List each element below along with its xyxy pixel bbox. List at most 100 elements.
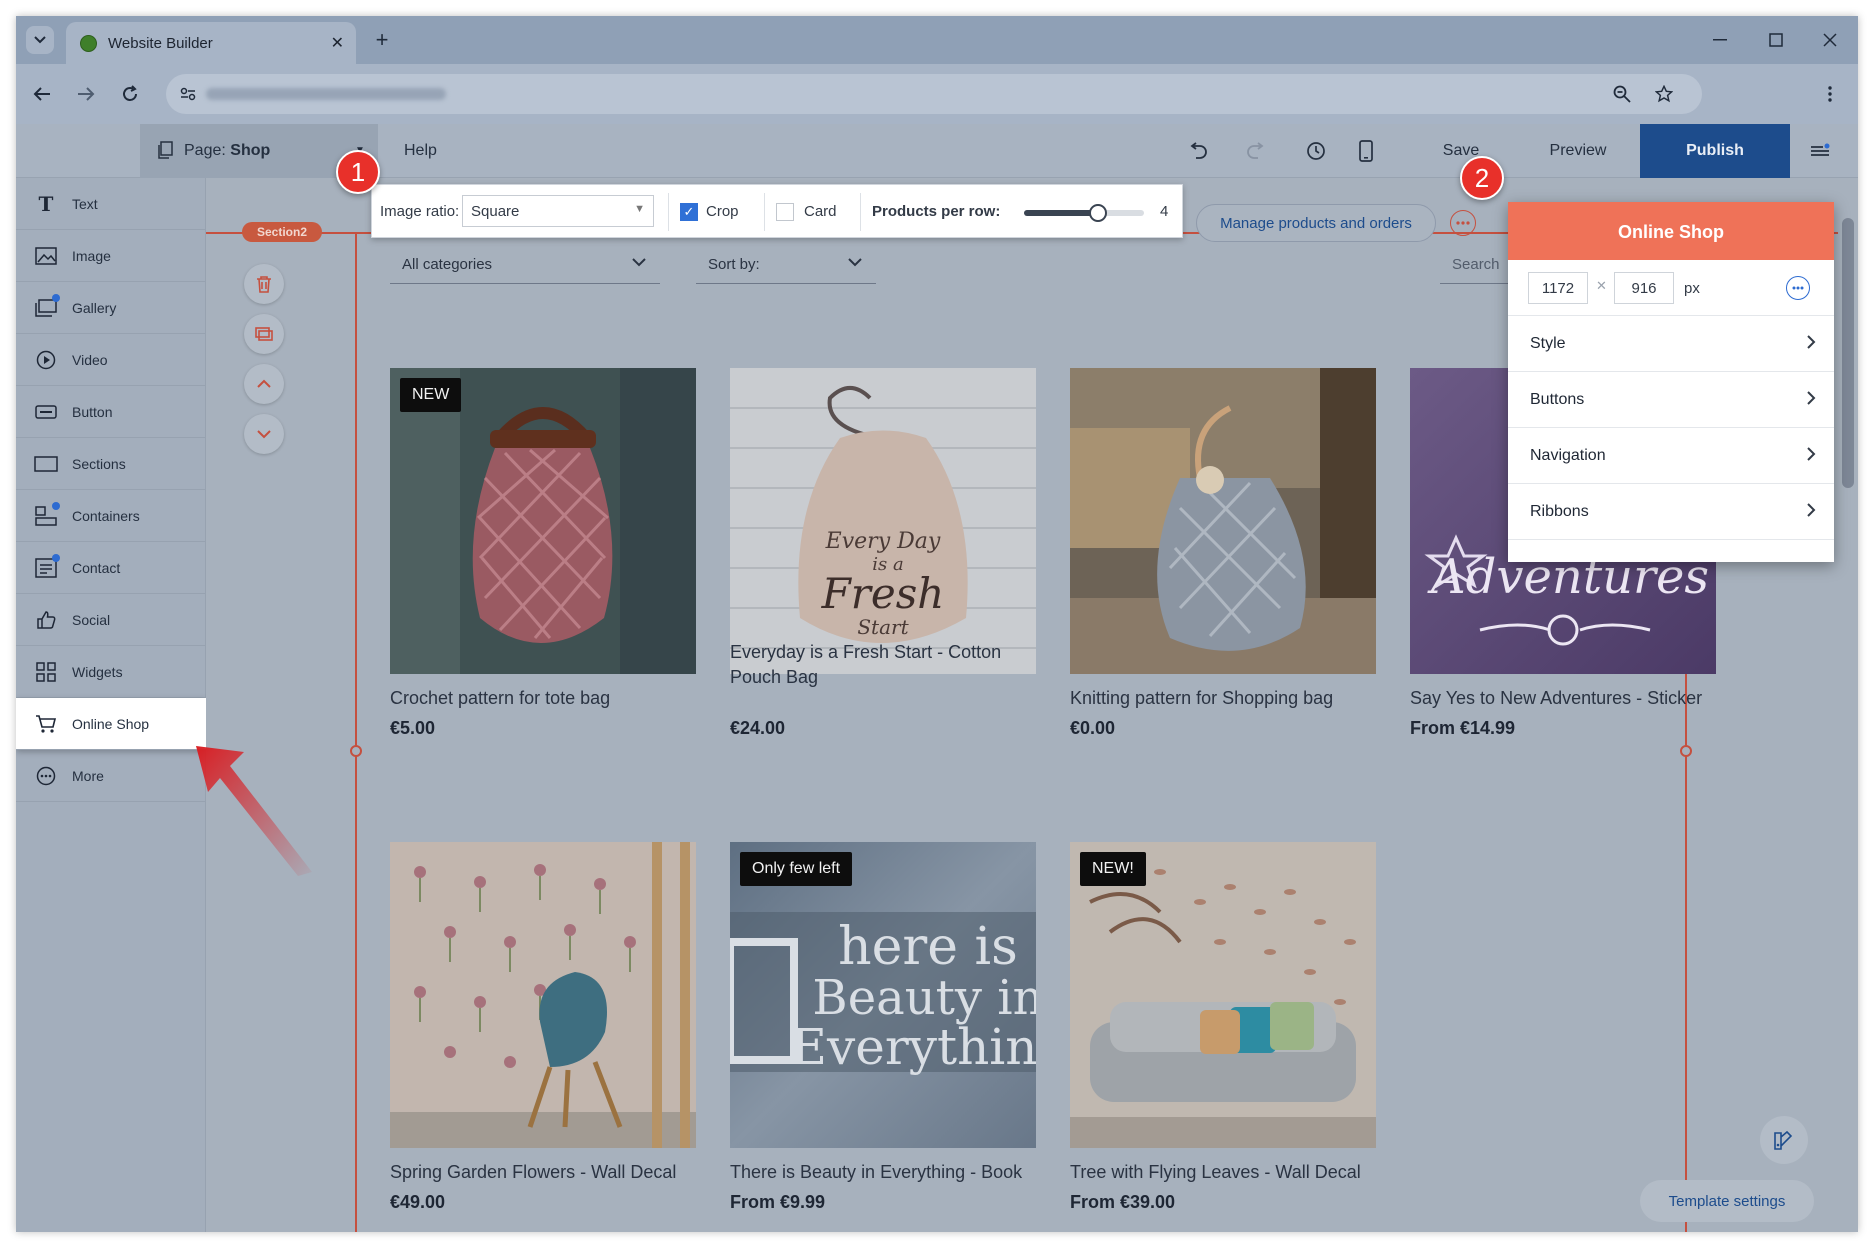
- product-image[interactable]: [1070, 368, 1376, 674]
- palette-icon: [1774, 1130, 1793, 1150]
- product-name[interactable]: There is Beauty in Everything - Book: [730, 1160, 1050, 1185]
- sort-filter[interactable]: Sort by:: [696, 242, 876, 284]
- sidebar-item-label: Social: [72, 612, 111, 628]
- sidebar-item-online-shop[interactable]: Online Shop: [16, 698, 206, 750]
- template-settings-button[interactable]: Template settings: [1640, 1180, 1814, 1222]
- sidebar-item-more[interactable]: More: [16, 750, 206, 802]
- product-image[interactable]: NEW!: [1070, 842, 1376, 1148]
- product-price: From €39.00: [1070, 1192, 1176, 1212]
- button-icon: [34, 401, 58, 423]
- tab-list-icon[interactable]: [26, 26, 54, 54]
- panel-row-ribbons[interactable]: Ribbons: [1508, 484, 1834, 540]
- thumbs-up-icon: [34, 609, 58, 631]
- sidebar-item-gallery[interactable]: Gallery: [16, 282, 206, 334]
- settings-panel-icon[interactable]: [1806, 137, 1834, 165]
- sidebar-item-button[interactable]: Button: [16, 386, 206, 438]
- new-feature-dot: [52, 554, 60, 562]
- history-icon[interactable]: [1302, 137, 1330, 165]
- tab-close-icon[interactable]: ✕: [331, 33, 344, 53]
- product-name[interactable]: Everyday is a Fresh Start - Cotton Pouch…: [730, 640, 1020, 690]
- divider: [668, 193, 669, 231]
- product-name[interactable]: Tree with Flying Leaves - Wall Decal: [1070, 1160, 1390, 1185]
- product-name[interactable]: Crochet pattern for tote bag: [390, 686, 710, 711]
- maximize-icon[interactable]: [1762, 26, 1790, 54]
- move-down-button[interactable]: [244, 414, 284, 454]
- image-ratio-select[interactable]: Square ▼: [462, 195, 654, 227]
- scrollbar-thumb[interactable]: [1842, 218, 1854, 488]
- crop-checkbox[interactable]: ✓: [680, 203, 698, 221]
- times-icon: ✕: [1596, 278, 1607, 293]
- trash-icon: [257, 276, 271, 293]
- undo-icon[interactable]: [1184, 137, 1212, 165]
- image-icon: [34, 245, 58, 267]
- height-input[interactable]: 916: [1614, 272, 1674, 304]
- sidebar-item-video[interactable]: Video: [16, 334, 206, 386]
- browser-menu-icon[interactable]: [1816, 80, 1844, 108]
- mobile-view-icon[interactable]: [1352, 137, 1380, 165]
- slider-handle[interactable]: [1089, 204, 1108, 222]
- online-shop-panel: Online Shop 1172 ✕ 916 px Style Buttons …: [1508, 202, 1834, 562]
- card-checkbox[interactable]: [776, 203, 794, 221]
- sidebar-item-image[interactable]: Image: [16, 230, 206, 282]
- width-input[interactable]: 1172: [1528, 272, 1588, 304]
- back-icon[interactable]: [28, 80, 56, 108]
- resize-handle[interactable]: [350, 745, 362, 757]
- product-name[interactable]: Spring Garden Flowers - Wall Decal: [390, 1160, 710, 1185]
- panel-header[interactable]: Online Shop: [1508, 202, 1834, 260]
- products-per-row-label: Products per row:: [872, 203, 1001, 220]
- size-options-icon[interactable]: [1786, 276, 1810, 300]
- callout-badge-1: 1: [336, 150, 380, 194]
- url-field[interactable]: [166, 74, 1702, 114]
- new-tab-button[interactable]: +: [368, 26, 396, 54]
- book-text-line-3: Everything: [791, 1018, 1036, 1076]
- new-feature-dot: [52, 502, 60, 510]
- section-tag[interactable]: Section2: [242, 222, 322, 242]
- shop-image-toolbar: Image ratio: Square ▼ ✓ Crop Card Produc…: [371, 184, 1183, 238]
- sidebar-item-text[interactable]: T Text: [16, 178, 206, 230]
- sidebar-item-containers[interactable]: Containers: [16, 490, 206, 542]
- product-image[interactable]: here is Beauty in Everything Only few le…: [730, 842, 1036, 1148]
- sidebar-item-label: Sections: [72, 456, 126, 472]
- reload-icon[interactable]: [116, 80, 144, 108]
- move-up-button[interactable]: [244, 364, 284, 404]
- canvas-scrollbar[interactable]: [1838, 178, 1858, 1232]
- manage-products-button[interactable]: Manage products and orders: [1196, 204, 1436, 242]
- panel-row-navigation[interactable]: Navigation: [1508, 428, 1834, 484]
- duplicate-button[interactable]: [244, 314, 284, 354]
- product-image[interactable]: NEW: [390, 368, 696, 674]
- product-name[interactable]: Knitting pattern for Shopping bag: [1070, 686, 1390, 711]
- browser-tab[interactable]: Website Builder ✕: [66, 22, 356, 64]
- sidebar-item-label: More: [72, 768, 104, 784]
- sections-icon: [34, 453, 58, 475]
- sidebar-item-social[interactable]: Social: [16, 594, 206, 646]
- preview-button[interactable]: Preview: [1520, 124, 1636, 178]
- category-filter[interactable]: All categories: [390, 242, 660, 284]
- site-settings-icon[interactable]: [174, 80, 202, 108]
- zoom-icon[interactable]: [1608, 80, 1636, 108]
- design-palette-button[interactable]: [1760, 1116, 1808, 1164]
- panel-row-style[interactable]: Style: [1508, 316, 1834, 372]
- tab-bar: Website Builder ✕ +: [16, 16, 1858, 64]
- product-name[interactable]: Say Yes to New Adventures - Sticker: [1410, 686, 1730, 711]
- redo-icon[interactable]: [1242, 137, 1270, 165]
- chevron-right-icon: [1806, 498, 1816, 524]
- bookmark-star-icon[interactable]: [1650, 80, 1678, 108]
- sidebar-item-label: Gallery: [72, 300, 117, 316]
- resize-handle[interactable]: [1680, 745, 1692, 757]
- forward-icon[interactable]: [72, 80, 100, 108]
- sidebar-item-widgets[interactable]: Widgets: [16, 646, 206, 698]
- window-close-icon[interactable]: [1816, 26, 1844, 54]
- more-options-button[interactable]: [1450, 210, 1476, 236]
- help-menu[interactable]: Help: [404, 142, 437, 160]
- callout-badge-2: 2: [1460, 156, 1504, 200]
- publish-button[interactable]: Publish: [1640, 124, 1790, 178]
- product-image[interactable]: [390, 842, 696, 1148]
- panel-row-buttons[interactable]: Buttons: [1508, 372, 1834, 428]
- product-image[interactable]: Every Day is a Fresh Start: [730, 368, 1036, 674]
- search-input[interactable]: Search: [1440, 242, 1510, 284]
- sidebar-item-contact[interactable]: Contact: [16, 542, 206, 594]
- delete-button[interactable]: [244, 264, 284, 304]
- products-per-row-slider[interactable]: [1024, 204, 1144, 222]
- sidebar-item-sections[interactable]: Sections: [16, 438, 206, 490]
- minimize-icon[interactable]: [1706, 26, 1734, 54]
